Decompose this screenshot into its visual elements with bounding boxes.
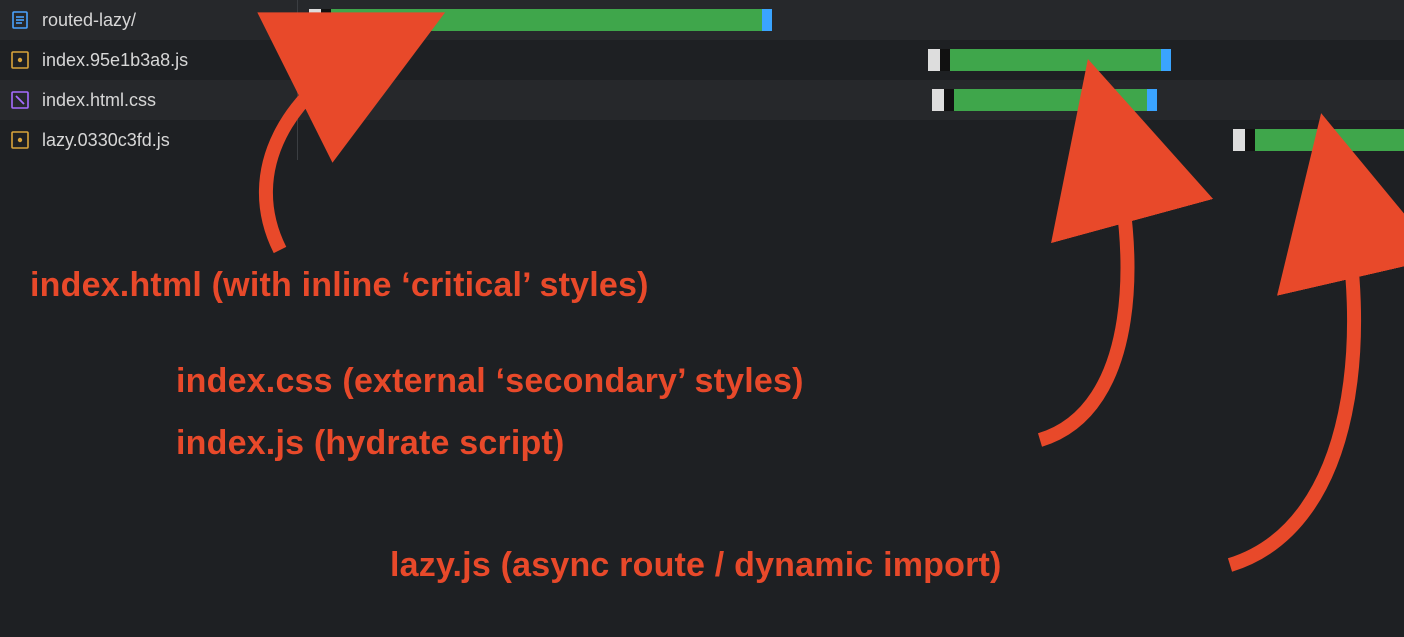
annotation-text: index.css (external ‘secondary’ styles) — [176, 362, 804, 401]
queue-segment — [932, 89, 954, 111]
timing-bar[interactable] — [928, 49, 1170, 71]
request-name: lazy.0330c3fd.js — [42, 130, 170, 151]
request-name-cell[interactable]: index.html.css — [0, 80, 298, 120]
download-segment — [331, 9, 762, 31]
download-segment — [1255, 129, 1404, 151]
queue-segment — [928, 49, 950, 71]
request-timeline[interactable] — [298, 120, 1404, 160]
request-name-cell[interactable]: index.95e1b3a8.js — [0, 40, 298, 80]
queue-segment — [309, 9, 331, 31]
script-icon — [10, 130, 30, 150]
network-row[interactable]: routed-lazy/ — [0, 0, 1404, 40]
timing-bar[interactable] — [932, 89, 1158, 111]
request-name-cell[interactable]: routed-lazy/ — [0, 0, 298, 40]
request-timeline[interactable] — [298, 80, 1404, 120]
annotation-text: index.js (hydrate script) — [176, 424, 565, 463]
tail-segment — [1147, 89, 1157, 111]
download-segment — [950, 49, 1160, 71]
request-name: index.95e1b3a8.js — [42, 50, 188, 71]
timing-bar[interactable] — [309, 9, 772, 31]
request-timeline[interactable] — [298, 40, 1404, 80]
download-segment — [954, 89, 1148, 111]
queue-segment — [1233, 129, 1255, 151]
network-waterfall-panel: routed-lazy/ index.95e1b3a8.js — [0, 0, 1404, 637]
tail-segment — [762, 9, 772, 31]
timing-bar[interactable] — [1233, 129, 1404, 151]
annotation-text: lazy.js (async route / dynamic import) — [390, 546, 1002, 585]
stylesheet-icon — [10, 90, 30, 110]
network-row[interactable]: lazy.0330c3fd.js — [0, 120, 1404, 160]
request-timeline[interactable] — [298, 0, 1404, 40]
document-icon — [10, 10, 30, 30]
request-name: index.html.css — [42, 90, 156, 111]
script-icon — [10, 50, 30, 70]
tail-segment — [1161, 49, 1171, 71]
request-name: routed-lazy/ — [42, 10, 136, 31]
request-name-cell[interactable]: lazy.0330c3fd.js — [0, 120, 298, 160]
network-row[interactable]: index.95e1b3a8.js — [0, 40, 1404, 80]
annotation-text: index.html (with inline ‘critical’ style… — [30, 266, 649, 305]
network-rows: routed-lazy/ index.95e1b3a8.js — [0, 0, 1404, 160]
network-row[interactable]: index.html.css — [0, 80, 1404, 120]
